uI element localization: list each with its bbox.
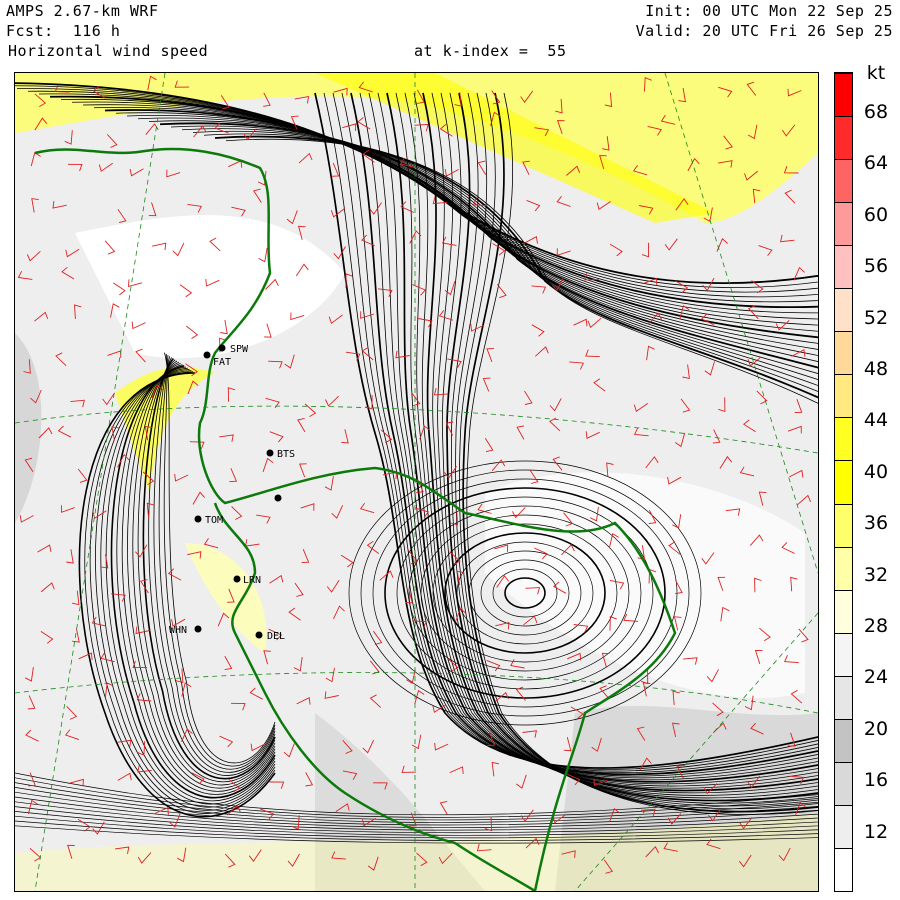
station-label: FAT [213,357,231,368]
station-marker [233,575,241,583]
colorbar-tick-label: 56 [863,255,889,278]
station-label: LRN [243,575,261,586]
colorbar-tick-label: 28 [863,615,889,637]
colorbar-segment [835,417,852,461]
station-label: WHN [169,625,187,636]
colorbar-tick-label: 12 [863,820,889,843]
station-marker [194,515,202,523]
colorbar-tick-label: 60 [863,203,889,226]
colorbar-segment [835,202,852,246]
station-label: BTS [277,449,295,460]
station-marker [203,351,211,359]
colorbar-tick-label: 24 [863,666,889,689]
model-title: AMPS 2.67-km WRF [6,2,159,20]
colorbar-tick-label: 36 [863,512,889,535]
colorbar-segment [835,718,852,762]
station-marker [274,494,282,502]
station-marker [255,631,263,639]
colorbar-segment [835,675,852,719]
colorbar-tick-label: 20 [863,717,889,740]
colorbar-segment [835,460,852,504]
station-label: SPW [230,344,249,355]
map-canvas: SPW FAT BTS TOM LRN WHN DEL [15,73,818,891]
colorbar-segment [835,73,852,117]
colorbar-segment [835,761,852,805]
colorbar-segment [835,159,852,203]
vertical-level: at k-index = 55 [414,42,567,60]
colorbar-segment [835,546,852,590]
colorbar-tick-label: 64 [863,152,889,175]
colorbar-tick-label: 52 [863,306,889,329]
colorbar-tick-label: 16 [863,769,889,792]
station-label: DEL [267,631,285,642]
colorbar-segment [835,288,852,332]
colorbar-segment [835,804,852,848]
station-marker [218,344,226,352]
station-marker [266,449,274,457]
colorbar-segment [835,847,852,891]
colorbar-segment [835,503,852,547]
valid-time: Valid: 20 UTC Fri 26 Sep 25 [635,22,893,40]
colorbar-segment [835,632,852,676]
station-marker [194,625,202,633]
colorbar-segment [835,116,852,160]
colorbar-unit: kt [866,62,886,84]
init-time: Init: 00 UTC Mon 22 Sep 25 [645,2,893,20]
colorbar-segment [835,589,852,633]
colorbar-segment [835,374,852,418]
colorbar-tick-label: 32 [863,563,889,586]
colorbar-tick-label: 44 [863,409,889,432]
colorbar [834,72,853,892]
station-unlabeled[interactable] [274,494,282,502]
field-name: Horizontal wind speed [8,42,209,60]
forecast-hour: Fcst: 116 h [6,22,121,40]
colorbar-segment [835,331,852,375]
colorbar-tick-label: 68 [863,101,889,123]
station-label: TOM [205,515,223,526]
colorbar-tick-label: 40 [863,460,889,483]
colorbar-segment [835,245,852,289]
wind-speed-map: SPW FAT BTS TOM LRN WHN DEL [14,72,819,892]
colorbar-tick-label: 48 [863,358,889,380]
